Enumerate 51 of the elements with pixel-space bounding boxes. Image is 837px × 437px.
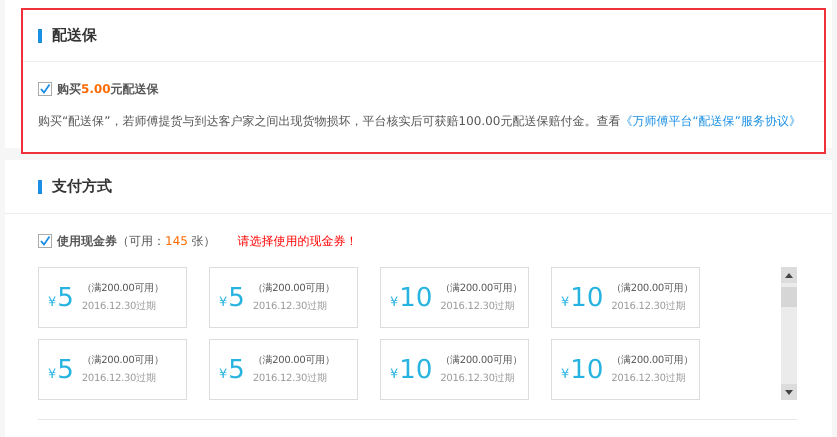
coupon-expiry: 2016.12.30过期: [82, 300, 156, 314]
checkbox[interactable]: [38, 82, 52, 96]
coupon-amount: 10: [399, 284, 432, 310]
check-icon: [39, 235, 51, 247]
scrollbar[interactable]: [781, 267, 797, 400]
coupon-amount: 5: [57, 356, 74, 382]
description-text: 购买“配送保”，若师傅提货与到达客户家之间出现货物损坏，平台核实后可获赔100.00元配送保赔付金。查看《万师傅平台“配送保”服务协议》: [38, 113, 802, 130]
scroll-up-button[interactable]: [781, 267, 797, 283]
section-marker: [38, 28, 42, 43]
up-arrow-icon: [785, 272, 793, 278]
scroll-thumb[interactable]: [781, 287, 797, 307]
coupon-condition: （满200.00可用）: [611, 282, 694, 296]
coupon-condition: （满200.00可用）: [440, 282, 522, 296]
coupon-expiry: 2016.12.30过期: [82, 372, 156, 386]
coupon-expiry: 2016.12.30过期: [611, 372, 686, 386]
currency-symbol: ¥: [48, 294, 56, 312]
down-arrow-icon: [785, 390, 793, 394]
currency-symbol: ¥: [48, 366, 56, 384]
coupon-condition: （满200.00可用）: [611, 354, 694, 368]
checkbox-label: 购买5.00元配送保: [57, 81, 159, 98]
scroll-down-button[interactable]: [781, 384, 797, 400]
currency-symbol: ¥: [219, 294, 228, 312]
warning-text: 请选择使用的现金券！: [238, 233, 358, 250]
coupon-amount: 5: [228, 356, 245, 382]
coupon-amount: 10: [399, 356, 432, 382]
coupon-amount: 5: [57, 284, 74, 310]
currency-symbol: ¥: [390, 294, 398, 312]
section-title: 配送保: [52, 25, 97, 46]
checkbox-label: 使用现金券: [57, 233, 117, 250]
currency-symbol: ¥: [561, 294, 570, 312]
coupon-amount: 5: [228, 284, 245, 310]
checkbox[interactable]: [38, 234, 52, 248]
currency-symbol: ¥: [390, 366, 398, 384]
coupon-amount: 10: [570, 356, 604, 382]
coupon-condition: （满200.00可用）: [252, 282, 335, 296]
coupon-amount: 10: [570, 284, 604, 310]
coupon-expiry: 2016.12.30过期: [252, 372, 328, 386]
coupon-expiry: 2016.12.30过期: [611, 300, 686, 314]
section-title: 支付方式: [52, 176, 112, 198]
currency-symbol: ¥: [219, 366, 228, 384]
section-marker: [38, 180, 42, 194]
available-count-text: （可用：145 张）: [117, 233, 216, 250]
check-icon: [39, 83, 51, 96]
currency-symbol: ¥: [561, 366, 570, 384]
coupon-condition: （满200.00可用）: [82, 354, 164, 368]
coupon-expiry: 2016.12.30过期: [440, 372, 516, 386]
coupon-condition: （满200.00可用）: [440, 354, 522, 368]
coupon-condition: （满200.00可用）: [82, 282, 164, 296]
coupon-expiry: 2016.12.30过期: [252, 300, 328, 314]
coupon-expiry: 2016.12.30过期: [440, 300, 516, 314]
coupon-condition: （满200.00可用）: [252, 354, 335, 368]
